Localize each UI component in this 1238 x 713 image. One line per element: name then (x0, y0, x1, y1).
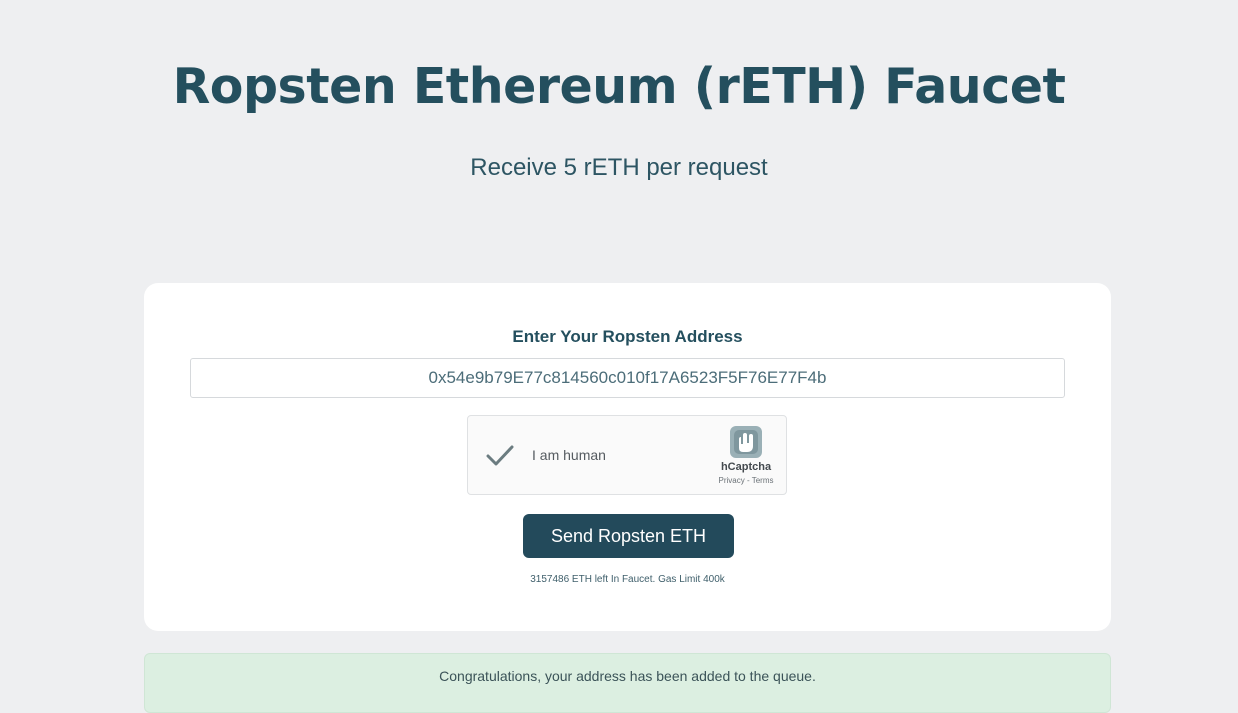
page-title: Ropsten Ethereum (rETH) Faucet (172, 58, 1066, 115)
hcaptcha-logo-icon (726, 424, 766, 460)
faucet-card: Enter Your Ropsten Address I am human hC… (144, 283, 1111, 631)
hcaptcha-widget: I am human hCaptcha Privacy - Terms (467, 415, 787, 495)
send-ropsten-eth-button[interactable]: Send Ropsten ETH (523, 514, 734, 558)
captcha-label: I am human (532, 447, 606, 463)
address-input[interactable] (190, 358, 1065, 398)
faucet-status-text: 3157486 ETH left In Faucet. Gas Limit 40… (530, 574, 725, 585)
terms-link[interactable]: Terms (752, 476, 774, 485)
hcaptcha-brand: hCaptcha (720, 461, 772, 473)
check-icon (486, 445, 514, 466)
success-banner: Congratulations, your address has been a… (144, 653, 1111, 713)
captcha-checkbox[interactable] (484, 442, 516, 470)
address-label: Enter Your Ropsten Address (512, 327, 743, 346)
page-subtitle: Receive 5 rETH per request (470, 154, 768, 181)
captcha-links: Privacy - Terms (708, 476, 784, 485)
links-separator: - (744, 476, 752, 485)
privacy-link[interactable]: Privacy (719, 476, 745, 485)
